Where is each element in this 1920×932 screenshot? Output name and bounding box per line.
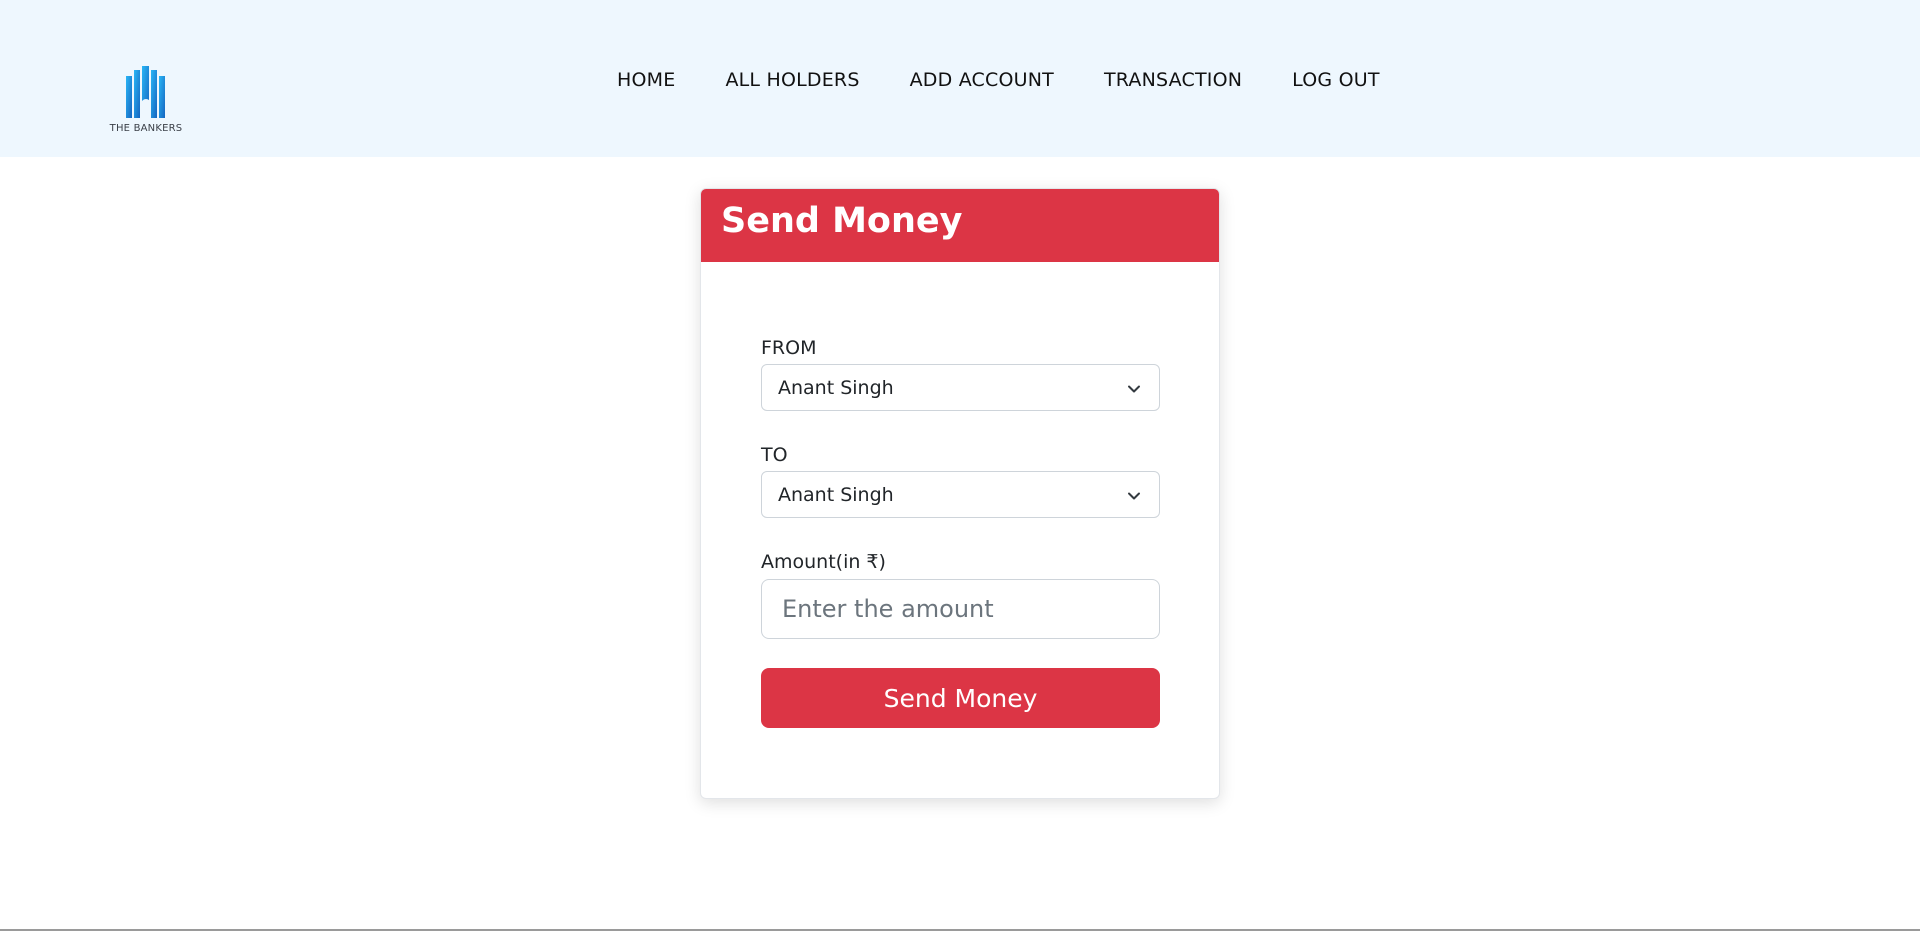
building-icon	[126, 66, 165, 118]
to-select-value: Anant Singh	[778, 484, 894, 506]
from-select-value: Anant Singh	[778, 377, 894, 399]
to-label: TO	[761, 444, 788, 466]
chevron-down-icon	[1128, 492, 1140, 500]
to-select[interactable]: Anant Singh	[761, 471, 1160, 518]
nav-add-account[interactable]: ADD ACCOUNT	[910, 69, 1054, 91]
main-nav: HOME ALL HOLDERS ADD ACCOUNT TRANSACTION…	[617, 65, 1380, 95]
nav-home[interactable]: HOME	[617, 69, 675, 91]
nav-log-out[interactable]: LOG OUT	[1292, 69, 1380, 91]
send-money-button[interactable]: Send Money	[761, 668, 1160, 728]
amount-input[interactable]	[761, 579, 1160, 639]
card-title: Send Money	[721, 201, 963, 241]
page-bottom-divider	[0, 929, 1920, 931]
chevron-down-icon	[1128, 385, 1140, 393]
navbar: THE BANKERS HOME ALL HOLDERS ADD ACCOUNT…	[0, 0, 1920, 157]
send-money-card: Send Money FROM Anant Singh TO Anant Sin…	[700, 188, 1220, 799]
from-select[interactable]: Anant Singh	[761, 364, 1160, 411]
card-header: Send Money	[701, 189, 1219, 262]
amount-label: Amount(in ₹)	[761, 551, 886, 573]
nav-all-holders[interactable]: ALL HOLDERS	[725, 69, 859, 91]
from-label: FROM	[761, 337, 817, 359]
nav-transaction[interactable]: TRANSACTION	[1104, 69, 1242, 91]
brand-name: THE BANKERS	[109, 123, 183, 134]
brand-logo[interactable]: THE BANKERS	[106, 66, 186, 136]
